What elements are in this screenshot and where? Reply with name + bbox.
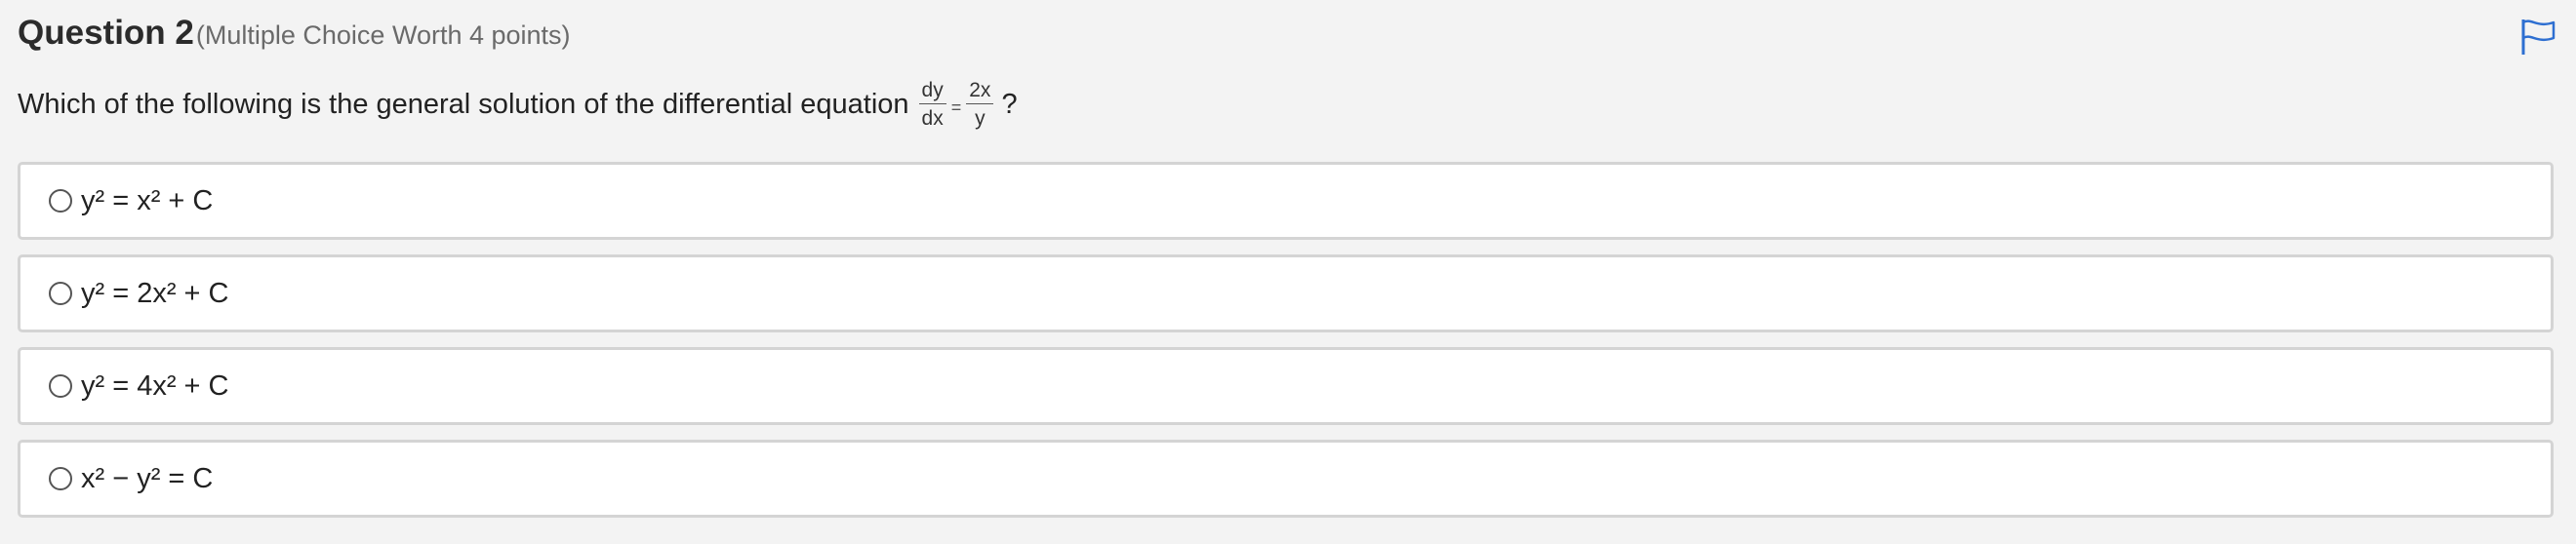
answer-option-label: y² = 4x² + C (81, 369, 229, 402)
answer-option-label: y² = x² + C (81, 184, 214, 216)
flag-icon[interactable] (2519, 18, 2556, 57)
question-prompt: Which of the following is the general so… (18, 80, 1018, 129)
prompt-text: Which of the following is the general so… (18, 88, 909, 120)
radio-button[interactable] (49, 374, 72, 398)
answer-option-1[interactable]: y² = x² + C (18, 162, 2554, 240)
answer-option-2[interactable]: y² = 2x² + C (18, 254, 2554, 332)
radio-button[interactable] (49, 282, 72, 305)
derivative-numerator: dy (918, 80, 946, 104)
derivative-denominator: dx (921, 107, 944, 130)
question-points: (Multiple Choice Worth 4 points) (195, 20, 571, 50)
question-header: Question 2 (Multiple Choice Worth 4 poin… (18, 14, 571, 53)
radio-button[interactable] (49, 189, 72, 213)
question-title: Question 2 (18, 14, 194, 52)
derivative-fraction: dy dx (918, 80, 946, 130)
answer-option-3[interactable]: y² = 4x² + C (18, 347, 2554, 425)
rhs-numerator: 2x (966, 80, 994, 104)
radio-button[interactable] (49, 467, 72, 490)
answer-option-label: x² − y² = C (81, 462, 214, 494)
answer-option-4[interactable]: x² − y² = C (18, 440, 2554, 518)
prompt-question-mark: ? (1001, 88, 1018, 120)
rhs-fraction: 2x y (966, 80, 994, 130)
answer-options: y² = x² + C y² = 2x² + C y² = 4x² + C x²… (18, 162, 2554, 532)
equals-sign: = (950, 97, 962, 117)
answer-option-label: y² = 2x² + C (81, 277, 229, 309)
rhs-denominator: y (975, 107, 986, 130)
